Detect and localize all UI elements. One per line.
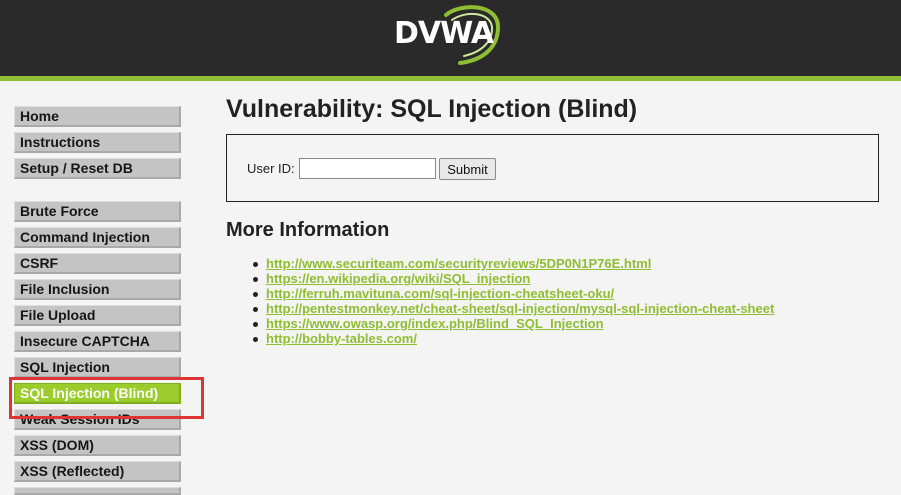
info-link[interactable]: https://www.owasp.org/index.php/Blind_SQ… bbox=[266, 316, 604, 331]
info-link[interactable]: http://bobby-tables.com/ bbox=[266, 331, 417, 346]
menu-item-setup-reset-db[interactable]: Setup / Reset DB bbox=[14, 158, 181, 179]
bullet-icon bbox=[253, 262, 258, 267]
menu-item-sql-injection-blind[interactable]: SQL Injection (Blind) bbox=[14, 383, 181, 404]
info-link[interactable]: http://ferruh.mavituna.com/sql-injection… bbox=[266, 286, 614, 301]
info-link[interactable]: https://en.wikipedia.org/wiki/SQL_inject… bbox=[266, 271, 530, 286]
bullet-icon bbox=[253, 292, 258, 297]
more-information-list: http://www.securiteam.com/securityreview… bbox=[226, 256, 774, 346]
menu-item-brute-force[interactable]: Brute Force bbox=[14, 201, 181, 222]
menu-item-command-injection[interactable]: Command Injection bbox=[14, 227, 181, 248]
bullet-icon bbox=[253, 337, 258, 342]
user-id-label: User ID: bbox=[247, 161, 295, 176]
menu-item-partial[interactable] bbox=[14, 487, 181, 495]
bullet-icon bbox=[253, 307, 258, 312]
menu-item-home[interactable]: Home bbox=[14, 106, 181, 127]
menu-item-xss-dom[interactable]: XSS (DOM) bbox=[14, 435, 181, 456]
list-item: http://bobby-tables.com/ bbox=[226, 331, 774, 346]
page-title: Vulnerability: SQL Injection (Blind) bbox=[226, 95, 638, 123]
list-item: http://pentestmonkey.net/cheat-sheet/sql… bbox=[226, 301, 774, 316]
header-bar: DVWA bbox=[0, 0, 901, 76]
menu-item-file-inclusion[interactable]: File Inclusion bbox=[14, 279, 181, 300]
info-link[interactable]: http://pentestmonkey.net/cheat-sheet/sql… bbox=[266, 301, 774, 316]
info-link[interactable]: http://www.securiteam.com/securityreview… bbox=[266, 256, 651, 271]
logo-text: DVWA bbox=[394, 16, 494, 51]
header-stripe bbox=[0, 76, 901, 81]
list-item: https://en.wikipedia.org/wiki/SQL_inject… bbox=[226, 271, 774, 286]
list-item: https://www.owasp.org/index.php/Blind_SQ… bbox=[226, 316, 774, 331]
menu-item-instructions[interactable]: Instructions bbox=[14, 132, 181, 153]
bullet-icon bbox=[253, 322, 258, 327]
user-id-input[interactable] bbox=[299, 158, 436, 179]
vulnerable-code-area: User ID: Submit bbox=[226, 134, 879, 202]
menu-item-file-upload[interactable]: File Upload bbox=[14, 305, 181, 326]
dvwa-logo: DVWA bbox=[394, 5, 504, 67]
list-item: http://www.securiteam.com/securityreview… bbox=[226, 256, 774, 271]
menu-item-insecure-captcha[interactable]: Insecure CAPTCHA bbox=[14, 331, 181, 352]
menu-item-xss-reflected[interactable]: XSS (Reflected) bbox=[14, 461, 181, 482]
list-item: http://ferruh.mavituna.com/sql-injection… bbox=[226, 286, 774, 301]
more-information-heading: More Information bbox=[226, 219, 390, 241]
submit-button[interactable]: Submit bbox=[439, 158, 496, 180]
menu-item-sql-injection[interactable]: SQL Injection bbox=[14, 357, 181, 378]
bullet-icon bbox=[253, 277, 258, 282]
menu-item-csrf[interactable]: CSRF bbox=[14, 253, 181, 274]
menu-item-weak-session-ids[interactable]: Weak Session IDs bbox=[14, 409, 181, 430]
